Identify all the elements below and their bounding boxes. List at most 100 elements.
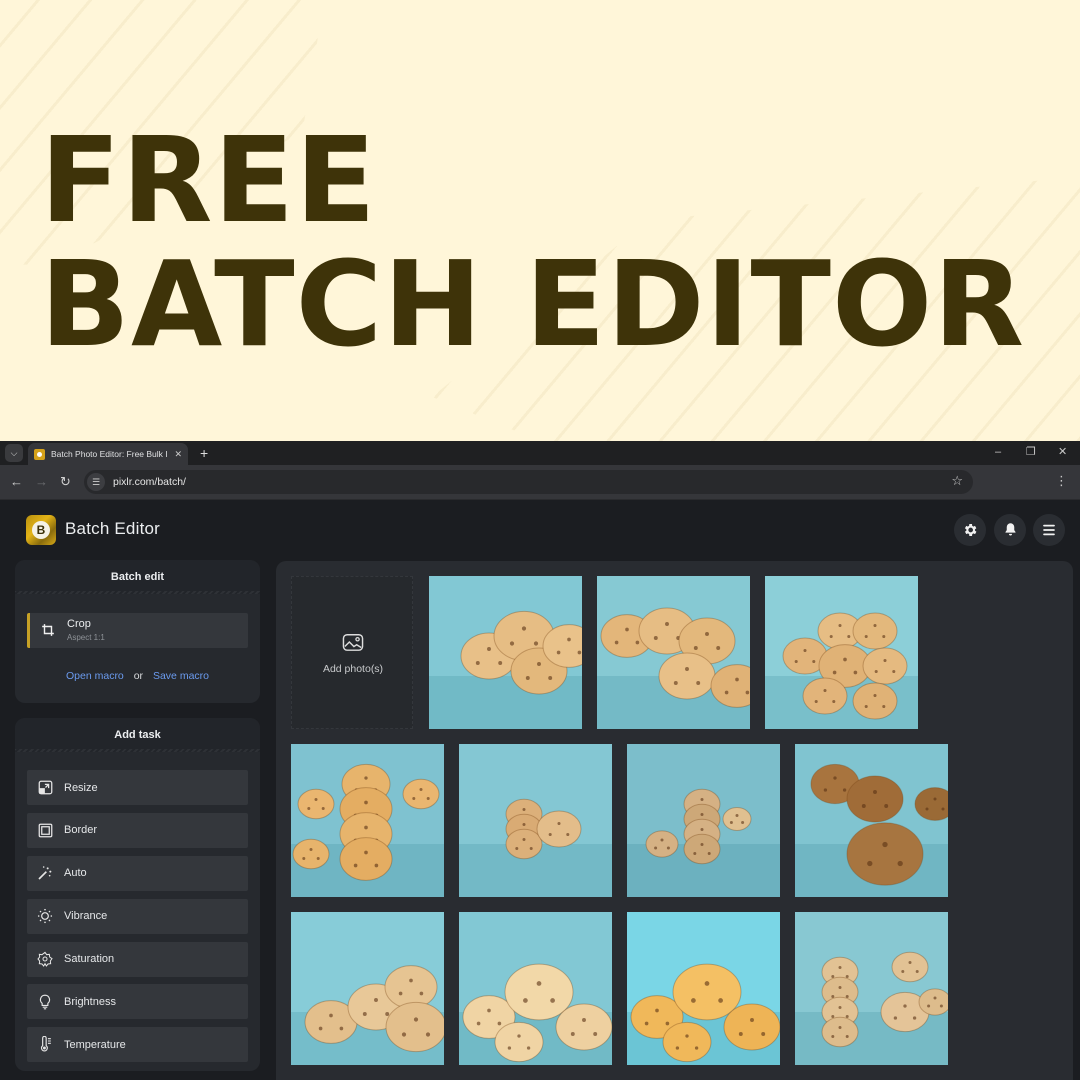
site-info-icon[interactable]: ☰ <box>87 473 105 491</box>
task-auto[interactable]: Auto <box>27 855 248 891</box>
app-title: Batch Editor <box>65 519 161 538</box>
chip-dot <box>705 632 709 636</box>
photo-thumbnail[interactable] <box>291 912 444 1065</box>
photo-thumbnail[interactable] <box>429 576 582 729</box>
chip-dot <box>694 1046 699 1050</box>
task-border[interactable]: Border <box>27 812 248 848</box>
chip-dot <box>704 981 710 986</box>
chip-dot <box>831 995 835 998</box>
reload-button[interactable]: ↻ <box>60 474 71 490</box>
chip-dot <box>426 797 430 800</box>
chip-dot <box>660 838 664 842</box>
chip-dot <box>718 998 723 1003</box>
cookie-photo-image <box>291 912 444 1065</box>
chip-dot <box>309 848 313 851</box>
forward-button[interactable]: → <box>35 474 48 490</box>
settings-button[interactable] <box>954 514 986 546</box>
chip-dot <box>912 1016 917 1020</box>
cookie-shape <box>505 828 543 860</box>
cookie-shape <box>339 837 393 881</box>
restore-button[interactable]: ❐ <box>1026 445 1036 459</box>
photo-thumbnail[interactable] <box>459 744 612 897</box>
cookie-shape <box>292 838 330 870</box>
chip-dot <box>412 797 416 800</box>
task-saturation[interactable]: Saturation <box>27 941 248 977</box>
chip-dot <box>833 776 837 780</box>
browser-menu-icon[interactable]: ⋮ <box>1055 473 1068 489</box>
cookie-photo-image <box>459 744 612 897</box>
headline-line-2: BATCH EDITOR <box>40 235 1026 373</box>
chip-dot <box>897 860 903 867</box>
photo-thumbnail[interactable] <box>291 744 444 897</box>
add-photos-button[interactable]: Add photo(s) <box>291 576 413 729</box>
tab-close-icon[interactable]: ✕ <box>174 449 182 460</box>
banner-headline: FREE BATCH EDITOR <box>40 118 1025 366</box>
chip-dot <box>693 852 697 855</box>
chip-dot <box>908 961 912 964</box>
tab-list-button[interactable]: ⌵ <box>5 444 23 462</box>
chip-dot <box>838 1006 842 1009</box>
address-bar[interactable]: ☰ pixlr.com/batch/ ☆ <box>84 470 973 494</box>
chip-dot <box>700 798 704 801</box>
tab-title: Batch Photo Editor: Free Bulk In <box>50 449 169 459</box>
chip-dot <box>838 1026 842 1029</box>
photo-thumbnail[interactable] <box>795 744 948 897</box>
chip-dot <box>566 832 570 837</box>
open-macro-link[interactable]: Open macro <box>66 670 124 682</box>
task-vibrance[interactable]: Vibrance <box>27 898 248 934</box>
cookie-shape <box>852 682 898 720</box>
task-temperature[interactable]: Temperature <box>27 1027 248 1063</box>
task-brightness[interactable]: Brightness <box>27 984 248 1020</box>
chip-dot <box>673 681 678 685</box>
app-logo[interactable]: B <box>26 515 56 545</box>
chip-dot <box>700 828 704 831</box>
step-detail: Aspect 1:1 <box>67 633 105 642</box>
thermometer-icon <box>37 1036 53 1053</box>
new-tab-button[interactable]: + <box>200 444 208 462</box>
photo-thumbnail[interactable] <box>627 744 780 897</box>
photo-thumbnail[interactable] <box>597 576 750 729</box>
chip-dot <box>853 670 858 675</box>
browser-tab[interactable]: Batch Photo Editor: Free Bulk In ✕ <box>28 443 188 465</box>
minimize-button[interactable]: – <box>995 445 1001 459</box>
chip-dot <box>548 832 552 837</box>
chip-dot <box>625 627 629 632</box>
notifications-button[interactable] <box>994 514 1026 546</box>
close-window-button[interactable]: ✕ <box>1058 445 1067 459</box>
chip-dot <box>653 636 658 640</box>
chip-dot <box>593 1032 598 1036</box>
chip-dot <box>741 821 745 824</box>
chip-dot <box>521 626 527 631</box>
cookie-photo-image <box>597 576 750 729</box>
back-button[interactable]: ← <box>10 474 23 490</box>
chip-dot <box>548 676 553 680</box>
chip-dot <box>614 640 619 645</box>
chip-dot <box>735 814 739 817</box>
lightbulb-icon <box>37 994 53 1010</box>
batch-editor-app: B Batch Editor Batch edit Crop Aspect 1:… <box>0 500 1080 1080</box>
bookmark-star-icon[interactable]: ☆ <box>951 473 963 489</box>
cookie-photo-image <box>459 912 612 1065</box>
save-macro-link[interactable]: Save macro <box>153 670 209 682</box>
photo-thumbnail[interactable] <box>765 576 918 729</box>
chip-dot <box>522 808 526 811</box>
batch-step-crop[interactable]: Crop Aspect 1:1 <box>27 613 248 648</box>
chip-dot <box>665 622 669 626</box>
task-resize[interactable]: Resize <box>27 770 248 805</box>
add-photos-label: Add photo(s) <box>322 663 384 675</box>
photo-thumbnail[interactable] <box>459 912 612 1065</box>
cookie-shape <box>918 988 948 1016</box>
menu-button[interactable] <box>1033 514 1065 546</box>
photo-thumbnail[interactable] <box>795 912 948 1065</box>
chip-dot <box>321 807 325 810</box>
chip-dot <box>716 646 721 650</box>
chip-dot <box>700 813 704 816</box>
chip-dot <box>831 975 835 978</box>
url-text[interactable]: pixlr.com/batch/ <box>113 476 186 488</box>
cookie-photo-image <box>765 576 918 729</box>
chip-dot <box>556 650 561 655</box>
cookie-photo-image <box>795 744 948 897</box>
chip-dot <box>675 1046 680 1050</box>
photo-thumbnail[interactable] <box>627 912 780 1065</box>
chip-dot <box>307 807 311 810</box>
